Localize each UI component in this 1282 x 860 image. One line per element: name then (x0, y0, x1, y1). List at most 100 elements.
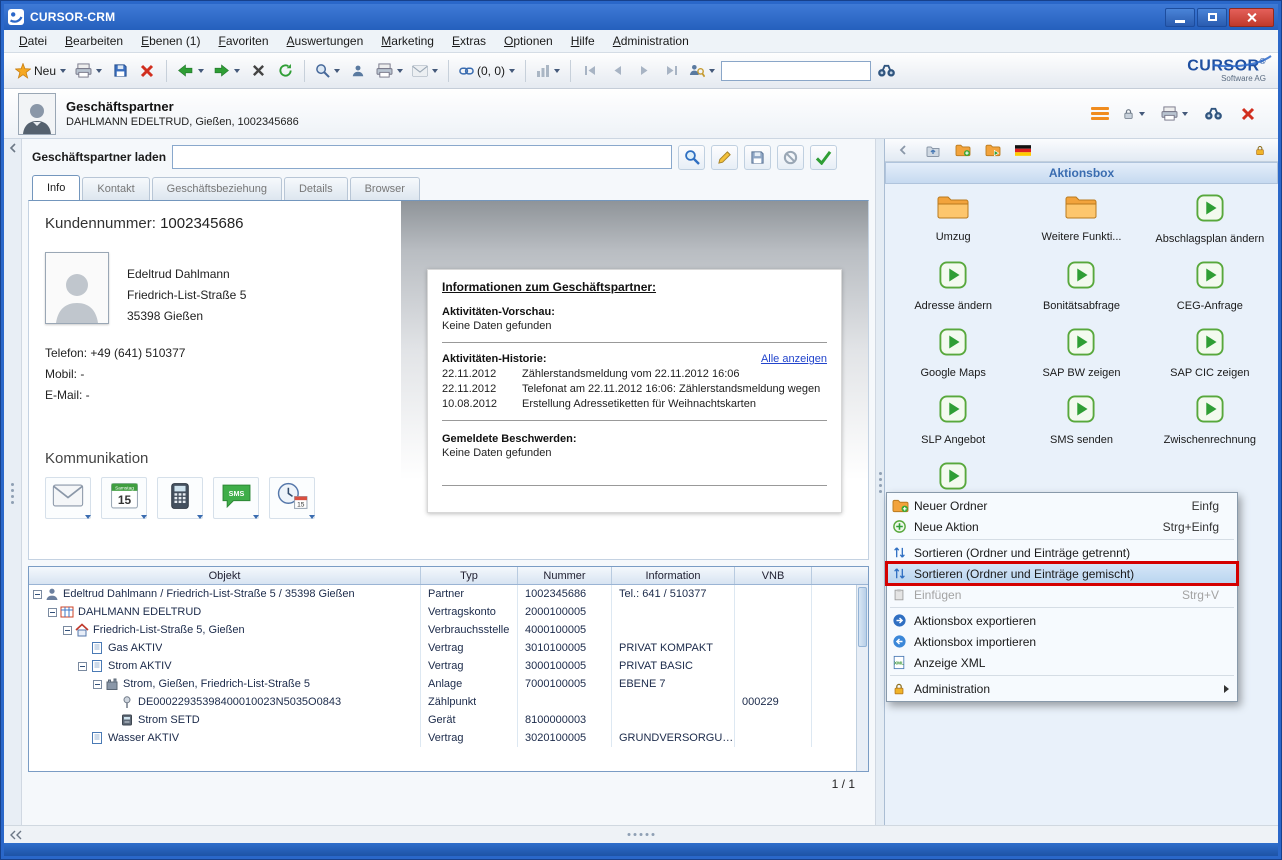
toolbar-search-input[interactable] (721, 61, 871, 81)
context-menu-item-sortieren-ordner-und-eintr-ge-getrennt[interactable]: Sortieren (Ordner und Einträge getrennt) (887, 542, 1237, 563)
print-button[interactable] (72, 58, 105, 84)
menu-hilfe[interactable]: Hilfe (562, 31, 604, 51)
folder-up-button[interactable] (921, 137, 945, 163)
action-adresse-ndern[interactable]: Adresse ändern (914, 261, 992, 312)
left-collapse-strip[interactable] (4, 139, 22, 825)
tree-expander[interactable] (78, 662, 87, 671)
action-ceg-anfrage[interactable]: CEG-Anfrage (1177, 261, 1243, 312)
table-row[interactable]: Friedrich-List-Straße 5, GießenVerbrauch… (29, 621, 856, 639)
phone-channel-button[interactable] (157, 477, 203, 519)
header-search-button[interactable] (1201, 101, 1226, 127)
tab-browser[interactable]: Browser (350, 177, 420, 200)
nav-next-button[interactable] (632, 58, 656, 84)
tree-expander[interactable] (93, 680, 102, 689)
column-header-objekt[interactable]: Objekt (29, 567, 421, 584)
selection-counter[interactable]: (0, 0) (456, 58, 518, 84)
add-action-button[interactable] (981, 137, 1005, 163)
menu-auswertungen[interactable]: Auswertungen (278, 31, 373, 51)
action-slp-angebot[interactable]: SLP Angebot (921, 395, 985, 446)
table-scrollbar[interactable] (856, 585, 868, 771)
action-bonit-tsabfrage[interactable]: Bonitätsabfrage (1043, 261, 1120, 312)
tab-gesch-ftsbeziehung[interactable]: Geschäftsbeziehung (152, 177, 282, 200)
action-sap-cic-zeigen[interactable]: SAP CIC zeigen (1170, 328, 1249, 379)
context-menu-item-neuer-ordner[interactable]: Neuer OrdnerEinfg (887, 495, 1237, 516)
menu-ebenen-1[interactable]: Ebenen (1) (132, 31, 209, 51)
header-close-button[interactable] (1236, 101, 1260, 127)
new-button[interactable]: Neu (12, 58, 69, 84)
toolbar-find-button[interactable] (874, 58, 899, 84)
tree-expander[interactable] (63, 626, 72, 635)
table-row[interactable]: Gas AKTIVVertrag3010100005PRIVAT KOMPAKT (29, 639, 856, 657)
context-menu-item-einf-gen[interactable]: EinfügenStrg+V (887, 584, 1237, 605)
nav-last-button[interactable] (659, 58, 683, 84)
close-button[interactable] (1229, 8, 1274, 27)
appointment-channel-button[interactable]: 15 (269, 477, 315, 519)
tree-expander[interactable] (33, 590, 42, 599)
context-menu-item-neue-aktion[interactable]: Neue AktionStrg+Einfg (887, 516, 1237, 537)
table-row[interactable]: Strom AKTIVVertrag3000100005PRIVAT BASIC (29, 657, 856, 675)
action-sms-senden[interactable]: SMS senden (1050, 395, 1113, 446)
alle-anzeigen-link[interactable]: Alle anzeigen (761, 353, 827, 365)
menu-favoriten[interactable]: Favoriten (209, 31, 277, 51)
aktionsbox-lock-button[interactable] (1248, 137, 1272, 163)
tree-expander[interactable] (48, 608, 57, 617)
splitter-dots[interactable] (879, 472, 882, 493)
menu-extras[interactable]: Extras (443, 31, 495, 51)
menu-administration[interactable]: Administration (604, 31, 698, 51)
context-menu-item-anzeige-xml[interactable]: XMLAnzeige XML (887, 652, 1237, 673)
tab-details[interactable]: Details (284, 177, 348, 200)
table-row[interactable]: Wasser AKTIVVertrag3020100005GRUNDVERSOR… (29, 729, 856, 747)
email-button[interactable] (409, 58, 441, 84)
header-lock-button[interactable] (1119, 101, 1148, 127)
menu-datei[interactable]: Datei (10, 31, 56, 51)
action-umzug[interactable]: Umzug (936, 194, 971, 245)
table-row[interactable]: Strom SETDGerät8100000003 (29, 711, 856, 729)
refresh-button[interactable] (273, 58, 297, 84)
maximize-button[interactable] (1197, 8, 1227, 27)
column-header-typ[interactable]: Typ (421, 567, 518, 584)
menu-bearbeiten[interactable]: Bearbeiten (56, 31, 132, 51)
forward-button[interactable] (210, 58, 243, 84)
edit-button[interactable] (711, 145, 738, 170)
scrollbar-thumb[interactable] (858, 587, 867, 647)
collapse-bottom-icon[interactable] (10, 830, 22, 840)
load-input[interactable] (172, 145, 672, 169)
splitter-handle[interactable] (11, 483, 14, 504)
person-search-button[interactable] (686, 58, 718, 84)
cancel-button[interactable] (246, 58, 270, 84)
context-menu-item-sortieren-ordner-und-eintr-ge-gemischt[interactable]: Sortieren (Ordner und Einträge gemischt) (887, 563, 1237, 584)
language-button[interactable] (1011, 137, 1035, 163)
header-print-button[interactable] (1158, 101, 1191, 127)
bottom-splitter-handle[interactable] (628, 833, 655, 836)
sms-channel-button[interactable]: SMS (213, 477, 259, 519)
email-channel-button[interactable] (45, 477, 91, 519)
confirm-button[interactable] (810, 145, 837, 170)
aktionsbox-back-button[interactable] (891, 137, 915, 163)
user-tools-button[interactable] (346, 58, 370, 84)
context-menu-item-aktionsbox-exportieren[interactable]: Aktionsbox exportieren (887, 610, 1237, 631)
calendar-channel-button[interactable]: Samstag15 (101, 477, 147, 519)
action-google-maps[interactable]: Google Maps (920, 328, 985, 379)
tab-info[interactable]: Info (32, 175, 80, 200)
table-row[interactable]: DE00022935398400010023N5035O0843Zählpunk… (29, 693, 856, 711)
discard-button[interactable] (777, 145, 804, 170)
load-search-button[interactable] (678, 145, 705, 170)
nav-first-button[interactable] (578, 58, 602, 84)
column-header-information[interactable]: Information (612, 567, 735, 584)
menu-optionen[interactable]: Optionen (495, 31, 562, 51)
menu-marketing[interactable]: Marketing (372, 31, 443, 51)
print-list-button[interactable] (373, 58, 406, 84)
column-header-vnb[interactable]: VNB (735, 567, 812, 584)
column-header-nummer[interactable]: Nummer (518, 567, 612, 584)
action-zwischenrechnung[interactable]: Zwischenrechnung (1164, 395, 1256, 446)
table-row[interactable]: Strom, Gießen, Friedrich-List-Straße 5An… (29, 675, 856, 693)
minimize-button[interactable] (1165, 8, 1195, 27)
action-abschlagsplan-ndern[interactable]: Abschlagsplan ändern (1155, 194, 1264, 245)
panel-splitter[interactable] (875, 139, 884, 825)
back-button[interactable] (174, 58, 207, 84)
action-sap-bw-zeigen[interactable]: SAP BW zeigen (1042, 328, 1120, 379)
nav-prev-button[interactable] (605, 58, 629, 84)
table-row[interactable]: DAHLMANN EDELTRUDVertragskonto2000100005 (29, 603, 856, 621)
tab-kontakt[interactable]: Kontakt (82, 177, 149, 200)
delete-button[interactable] (135, 58, 159, 84)
